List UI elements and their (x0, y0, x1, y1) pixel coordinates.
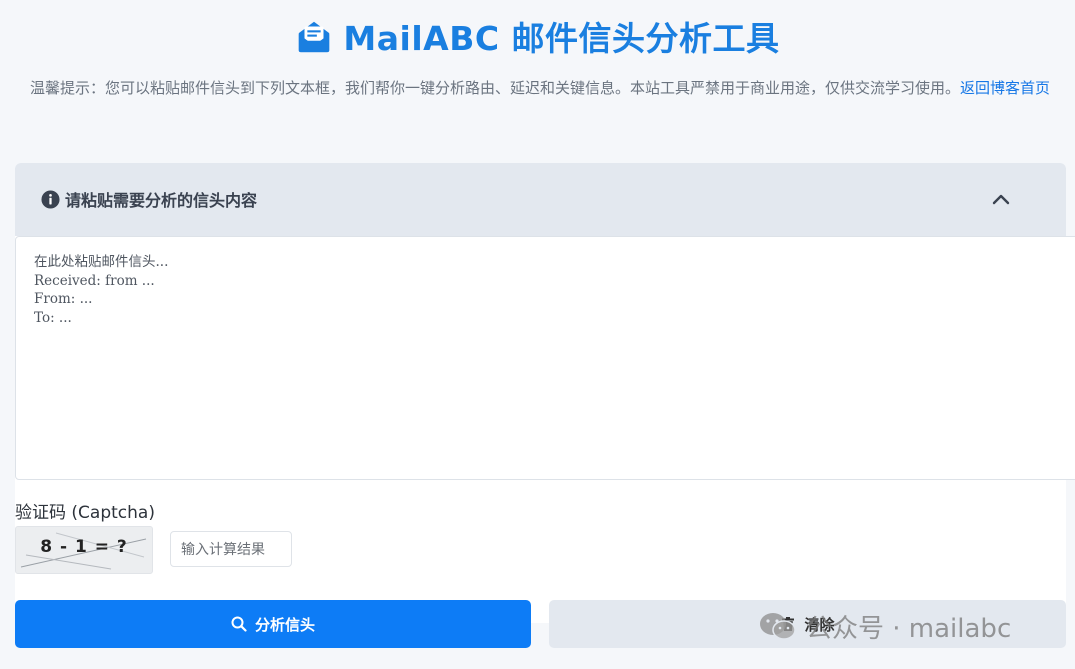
captcha-challenge: 8 - 1 = ? (40, 537, 128, 557)
chevron-up-icon[interactable] (990, 190, 1012, 208)
envelope-open-text-icon (299, 21, 330, 53)
tip-text: 温馨提示：您可以粘贴邮件信头到下列文本框，我们帮你一键分析路由、延迟和关键信息。… (29, 79, 960, 97)
info-circle-icon (41, 190, 60, 209)
captcha-label: 验证码 (Captcha) (15, 503, 155, 523)
clear-button-label: 清除 (804, 616, 835, 634)
panel-title: 请粘贴需要分析的信头内容 (65, 191, 258, 210)
panel-header[interactable]: 请粘贴需要分析的信头内容 (15, 163, 1066, 236)
page-header: MailABC 邮件信头分析工具 (0, 12, 1075, 60)
analyze-header-button[interactable]: 分析信头 (15, 600, 531, 648)
back-to-blog-link[interactable]: 返回博客首页 (960, 79, 1050, 97)
clear-button[interactable]: 清除 (549, 600, 1066, 648)
captcha-answer-input[interactable] (170, 531, 292, 567)
search-icon (231, 616, 247, 632)
captcha-image[interactable]: 8 - 1 = ? (15, 526, 153, 574)
email-header-textarea[interactable] (15, 236, 1075, 480)
trash-icon (782, 617, 795, 631)
analyze-button-label: 分析信头 (254, 616, 315, 634)
tip-banner: 温馨提示：您可以粘贴邮件信头到下列文本框，我们帮你一键分析路由、延迟和关键信息。… (20, 74, 1060, 102)
page-title: MailABC 邮件信头分析工具 (343, 19, 780, 58)
